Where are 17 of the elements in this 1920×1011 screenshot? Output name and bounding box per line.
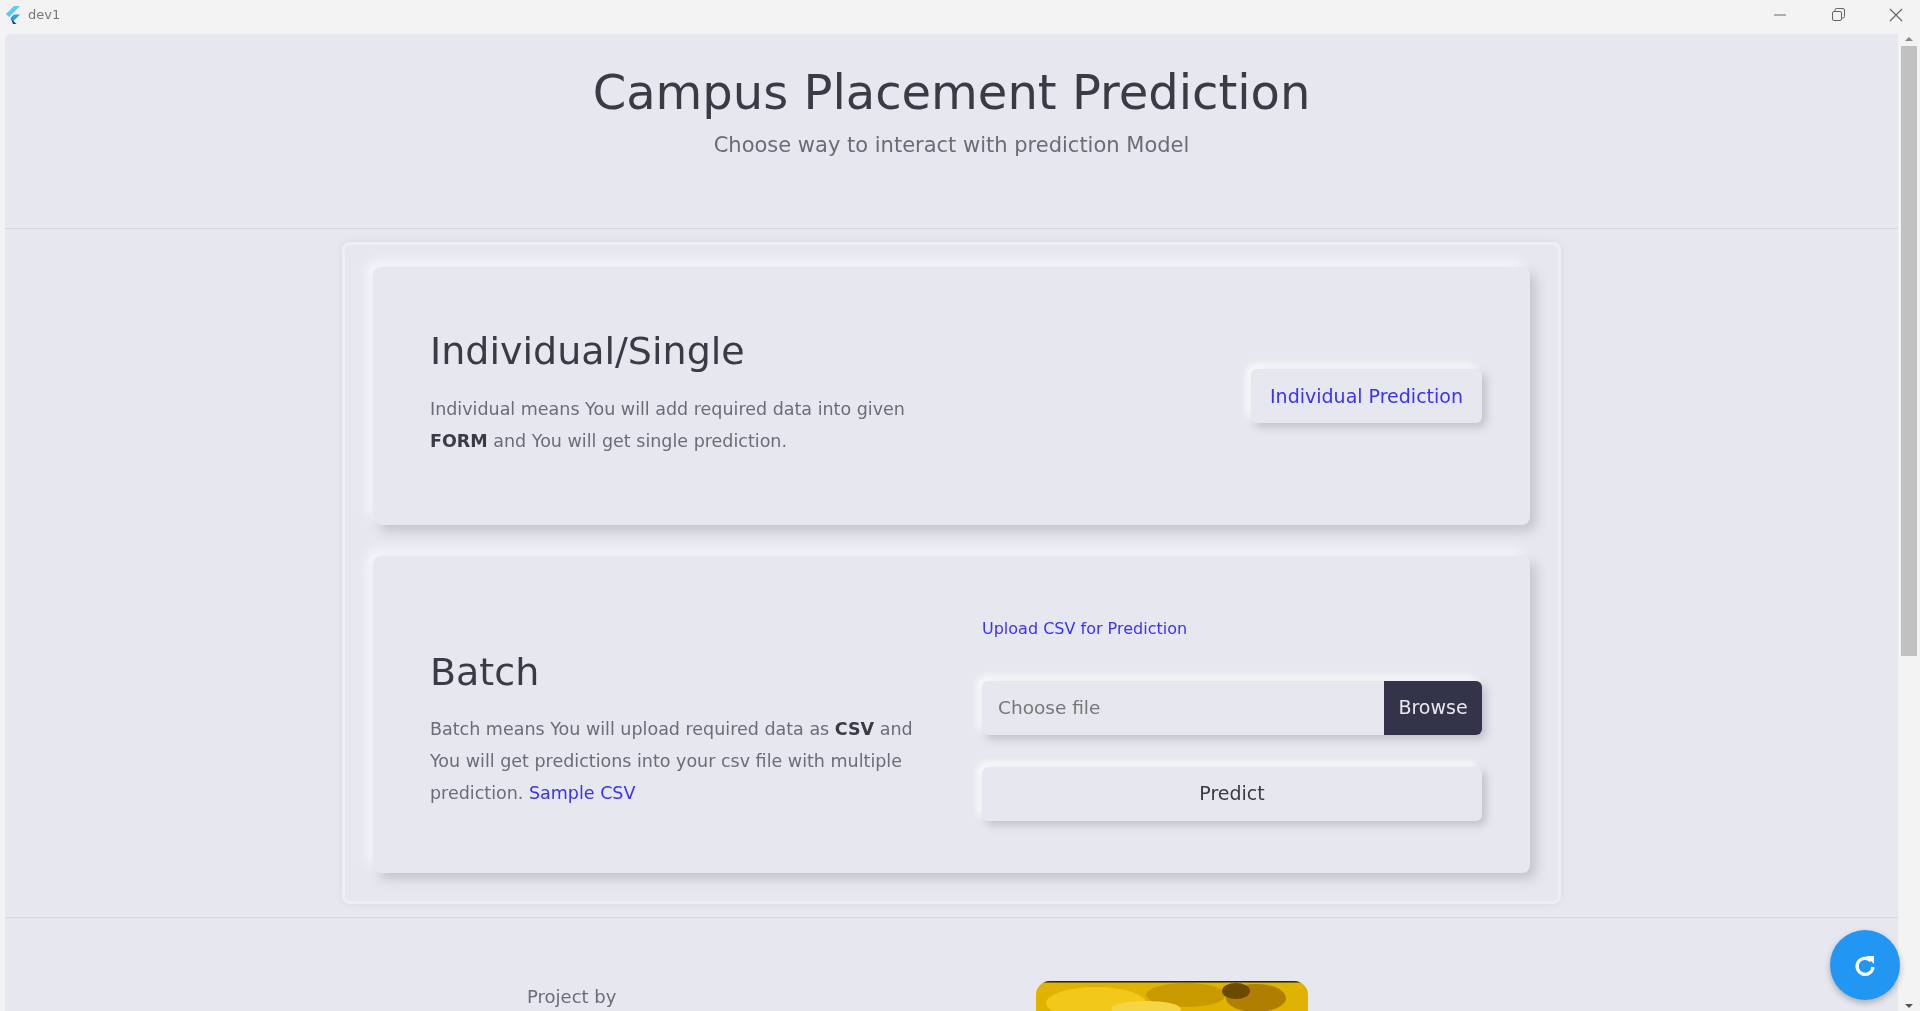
window-title: dev1	[28, 6, 61, 25]
page-title: Campus Placement Prediction	[592, 64, 1311, 122]
app-logo-icon	[4, 6, 20, 24]
browse-button[interactable]: Browse	[1384, 680, 1482, 735]
section-heading: Individual/Single	[430, 329, 746, 375]
individual-prediction-button[interactable]: Individual Prediction	[1251, 369, 1482, 423]
section-description: Individual means You will add required data into given FORM and You will get single prediction.	[430, 397, 906, 453]
refresh-icon	[1853, 953, 1877, 977]
predict-button[interactable]: Predict	[982, 766, 1482, 821]
upload-label: Upload CSV for Prediction	[982, 617, 1189, 640]
project-by-label: Project by	[527, 985, 617, 1009]
section-description: Batch means You will upload required data as CSV and You will get predictions into your csv file with multiple prediction. Sample CSV	[430, 718, 914, 806]
page-subtitle: Choose way to interact with prediction Model	[713, 131, 1190, 159]
sample-csv-link[interactable]: Sample CSV	[528, 783, 636, 804]
section-heading: Batch	[430, 649, 541, 696]
scroll-up-icon[interactable]	[1904, 34, 1914, 44]
scroll-down-icon[interactable]	[1904, 1001, 1914, 1011]
